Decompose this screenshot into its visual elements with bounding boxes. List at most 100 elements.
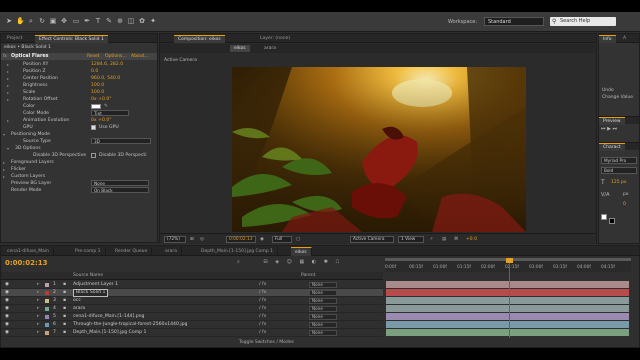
- graph-editor-icon[interactable]: ⎍: [336, 259, 340, 265]
- region-icon[interactable]: ▢: [296, 236, 300, 243]
- layer-duration-bar[interactable]: [386, 297, 629, 304]
- font-style-select[interactable]: Bold: [601, 167, 637, 174]
- layer-switches[interactable]: / fx: [259, 281, 266, 289]
- disclosure-icon[interactable]: ▸: [7, 68, 9, 75]
- composition-viewer[interactable]: [232, 67, 526, 232]
- tab-cena1[interactable]: cena1-difuse_Main: [3, 247, 54, 256]
- clone-tool-icon[interactable]: ⊕: [116, 17, 124, 25]
- comp-timecode[interactable]: 0:00:02:13: [226, 236, 256, 243]
- tracking-value[interactable]: 0: [623, 202, 626, 207]
- tab-render-queue[interactable]: Render Queue: [111, 247, 153, 256]
- animation-evolution-value[interactable]: 0x +0.0°: [91, 117, 112, 124]
- tab-character[interactable]: Charact: [599, 143, 625, 151]
- layer-duration-bar[interactable]: [386, 313, 629, 320]
- layer-row[interactable]: ◉ ▸ 6 ▪ Through-the-Jungle-tropical-forest-2…: [1, 321, 383, 329]
- tab-depth-comp[interactable]: Depth_Main.[1-150].jpg Comp 1: [197, 247, 278, 256]
- parent-select[interactable]: None: [309, 330, 337, 336]
- disclosure-icon[interactable]: ▸: [7, 82, 9, 89]
- first-frame-icon[interactable]: ⏮: [601, 126, 606, 132]
- selection-tool-icon[interactable]: ➤: [5, 17, 13, 25]
- disclosure-icon[interactable]: ▸: [3, 159, 5, 166]
- disclosure-icon[interactable]: ▸: [7, 61, 9, 68]
- roto-tool-icon[interactable]: ✿: [138, 17, 146, 25]
- parent-select[interactable]: None: [309, 282, 337, 288]
- visibility-eye-icon[interactable]: ◉: [5, 305, 9, 313]
- type-tool-icon[interactable]: T: [94, 17, 102, 25]
- layer-switches[interactable]: / fx: [259, 329, 266, 337]
- snapshot-icon[interactable]: ◉: [260, 236, 264, 243]
- use-gpu-checkbox[interactable]: [91, 125, 96, 130]
- resolution-select[interactable]: Full: [272, 236, 292, 243]
- search-layers-icon[interactable]: ⌕: [237, 259, 240, 265]
- source-type-select[interactable]: 3D: [91, 138, 151, 144]
- brush-tool-icon[interactable]: ✎: [105, 17, 113, 25]
- parent-header[interactable]: Parent: [301, 272, 315, 280]
- effect-name-row[interactable]: fx Optical Flares Reset Options... About…: [1, 53, 157, 60]
- visibility-eye-icon[interactable]: ◉: [5, 313, 9, 321]
- camera-tool-icon[interactable]: ▣: [49, 17, 57, 25]
- layer-disclosure-icon[interactable]: ▸: [37, 329, 39, 337]
- layer-name[interactable]: cena1-difuse_Main.[1-144].png: [73, 313, 144, 321]
- position-xy-value[interactable]: 1284.6, 282.0: [91, 61, 123, 68]
- layer-name[interactable]: occ: [73, 297, 81, 305]
- layer-name[interactable]: Black Solid 1: [73, 289, 109, 297]
- tab-effect-controls[interactable]: Effect Controls: Black Solid 1: [35, 35, 108, 43]
- pan-behind-tool-icon[interactable]: ✥: [60, 17, 68, 25]
- breadcrumb-arara[interactable]: arara: [260, 45, 280, 52]
- exposure-value[interactable]: +0.0: [466, 236, 477, 243]
- comp-mini-flowchart-icon[interactable]: ⊟: [263, 259, 267, 265]
- eyedropper-icon[interactable]: ✎: [104, 103, 108, 110]
- parent-select[interactable]: None: [309, 306, 337, 312]
- zoom-select[interactable]: (72%): [164, 236, 186, 243]
- layer-duration-bar[interactable]: [386, 281, 629, 288]
- layer-switches[interactable]: / fx: [259, 313, 266, 321]
- pen-tool-icon[interactable]: ✒: [83, 17, 91, 25]
- last-frame-icon[interactable]: ⏭: [613, 126, 618, 132]
- layer-disclosure-icon[interactable]: ▸: [37, 305, 39, 313]
- brainstorm-icon[interactable]: ✱: [324, 259, 328, 265]
- layer-disclosure-icon[interactable]: ▸: [37, 289, 39, 297]
- disclosure-open-icon[interactable]: ▾: [3, 131, 5, 138]
- render-mode-select[interactable]: On Black: [91, 187, 149, 193]
- source-name-header[interactable]: Source Name: [73, 272, 103, 280]
- disclosure-icon[interactable]: ▸: [7, 96, 9, 103]
- disclosure-icon[interactable]: ▸: [7, 75, 9, 82]
- tab-composition[interactable]: Composition: eikos: [174, 35, 225, 43]
- disclosure-icon[interactable]: ▸: [3, 173, 5, 180]
- search-help-input[interactable]: ⚲ Search Help: [550, 17, 616, 26]
- layer-disclosure-icon[interactable]: ▸: [37, 321, 39, 329]
- zoom-tool-icon[interactable]: ⌕: [27, 17, 35, 25]
- layer-switches[interactable]: / fx: [259, 289, 266, 297]
- parent-select[interactable]: None: [309, 290, 337, 296]
- workspace-select[interactable]: Standard: [484, 17, 544, 26]
- rotation-offset-value[interactable]: 0x +0.0°: [91, 96, 112, 103]
- grid-icon[interactable]: ⊞: [190, 236, 194, 243]
- camera-select[interactable]: Active Camera: [350, 236, 394, 243]
- layer-row[interactable]: ◉ ▸ 1 ▪ Adjustment Layer 1 / fx None: [1, 281, 383, 289]
- draft-3d-icon[interactable]: ◈: [275, 259, 279, 265]
- position-z-value[interactable]: 0.0: [91, 68, 98, 75]
- layer-disclosure-icon[interactable]: ▸: [37, 313, 39, 321]
- fill-color-swatch[interactable]: [601, 214, 607, 220]
- layer-row[interactable]: ◉ ▸ 3 ▪ occ / fx None: [1, 297, 383, 305]
- tab-project[interactable]: Project: [3, 35, 26, 43]
- layer-name[interactable]: Adjustment Layer 1: [73, 281, 118, 289]
- label-color-swatch[interactable]: [45, 299, 49, 303]
- disclosure-icon[interactable]: ▸: [3, 166, 5, 173]
- label-color-swatch[interactable]: [45, 331, 49, 335]
- tab-info[interactable]: Info: [599, 35, 616, 43]
- tab-precomp[interactable]: Pre-comp 1: [71, 247, 106, 256]
- label-color-swatch[interactable]: [45, 283, 49, 287]
- current-time[interactable]: 0:00:02:13: [5, 259, 48, 267]
- flowchart-icon[interactable]: ⌘: [454, 236, 459, 243]
- layer-switches[interactable]: / fx: [259, 297, 266, 305]
- puppet-tool-icon[interactable]: ✦: [149, 17, 157, 25]
- layer-duration-bar[interactable]: [386, 329, 629, 336]
- toggle-switches-modes[interactable]: Toggle Switches / Modes: [239, 340, 294, 345]
- parent-select[interactable]: None: [309, 298, 337, 304]
- tab-eikos[interactable]: eikos: [291, 247, 312, 256]
- frame-blend-icon[interactable]: ▦: [299, 259, 304, 265]
- leading-value[interactable]: px: [623, 192, 629, 197]
- visibility-eye-icon[interactable]: ◉: [5, 289, 9, 297]
- reset-link[interactable]: Reset: [87, 53, 100, 60]
